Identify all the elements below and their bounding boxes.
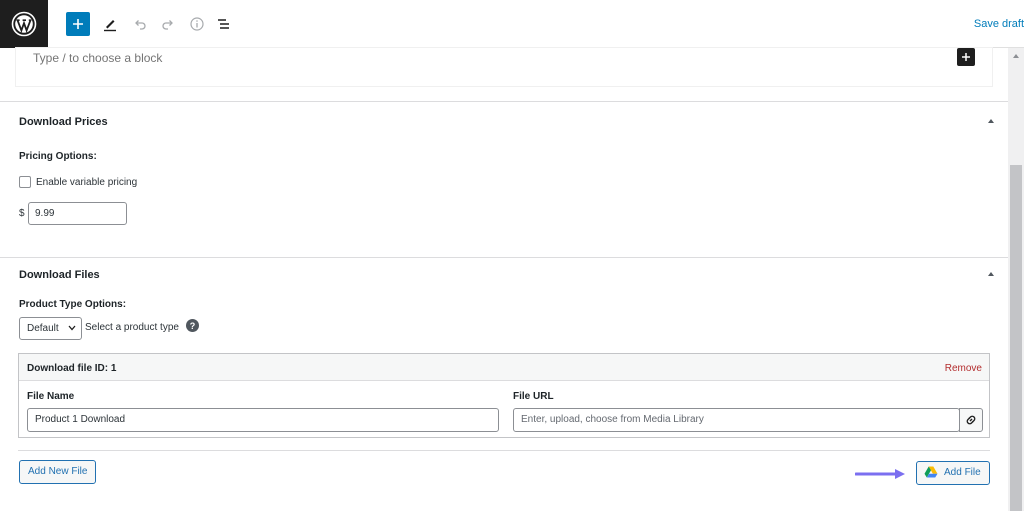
add-block-button[interactable]: [66, 12, 90, 36]
list-view-button[interactable]: [212, 12, 236, 36]
add-new-file-button[interactable]: Add New File: [19, 460, 97, 484]
pricing-options-label: Pricing Options:: [19, 151, 97, 162]
info-icon: [190, 17, 204, 31]
collapse-panel-icon[interactable]: [987, 117, 995, 125]
undo-icon: [135, 20, 146, 30]
block-editor-area: Type / to choose a block: [0, 48, 1008, 102]
currency-symbol: $: [19, 208, 25, 219]
scrollbar-thumb[interactable]: [1010, 165, 1022, 511]
remove-file-link[interactable]: Remove: [945, 363, 982, 374]
google-drive-icon: [924, 466, 938, 478]
wordpress-logo-icon[interactable]: [0, 0, 48, 48]
undo-button[interactable]: [128, 12, 152, 36]
plus-icon: [962, 53, 970, 61]
link-icon: [966, 415, 976, 425]
file-url-input[interactable]: Enter, upload, choose from Media Library: [513, 408, 960, 432]
file-name-input[interactable]: Product 1 Download: [27, 408, 499, 432]
download-prices-title: Download Prices: [19, 116, 108, 128]
redo-icon: [162, 20, 173, 30]
block-placeholder[interactable]: Type / to choose a block: [33, 51, 162, 65]
pencil-icon: [104, 20, 116, 32]
collapse-panel-icon[interactable]: [987, 270, 995, 278]
edit-tools-button[interactable]: [98, 12, 122, 36]
help-icon[interactable]: ?: [186, 319, 199, 332]
download-file-row: Download file ID: 1 Remove File Name Fil…: [18, 353, 990, 438]
price-input[interactable]: 9.99: [28, 202, 127, 225]
file-name-label: File Name: [27, 391, 75, 402]
details-button[interactable]: [185, 12, 209, 36]
file-id-label: Download file ID: 1: [27, 363, 117, 374]
variable-pricing-label[interactable]: Enable variable pricing: [36, 177, 137, 188]
save-draft-button[interactable]: Save draft: [974, 18, 1024, 30]
redo-button[interactable]: [156, 12, 180, 36]
block-appender[interactable]: Type / to choose a block: [16, 48, 992, 86]
download-files-title: Download Files: [19, 269, 100, 281]
chevron-down-icon: [68, 325, 76, 331]
annotation-arrow-icon: [855, 469, 905, 479]
actions-divider: [18, 450, 990, 451]
product-type-hint: Select a product type: [85, 322, 179, 333]
editor-toolbar: Save draft: [0, 0, 1024, 48]
file-url-label: File URL: [513, 391, 554, 402]
block-inserter-button[interactable]: [957, 48, 975, 66]
panel-divider: [0, 257, 1008, 258]
variable-pricing-checkbox[interactable]: [19, 176, 31, 188]
file-row-header: Download file ID: 1 Remove: [19, 354, 989, 381]
plus-icon: [73, 19, 83, 29]
choose-file-button[interactable]: [959, 408, 983, 432]
product-type-label: Product Type Options:: [19, 299, 127, 310]
scroll-up-icon[interactable]: [1012, 52, 1020, 60]
list-view-icon: [218, 19, 229, 29]
